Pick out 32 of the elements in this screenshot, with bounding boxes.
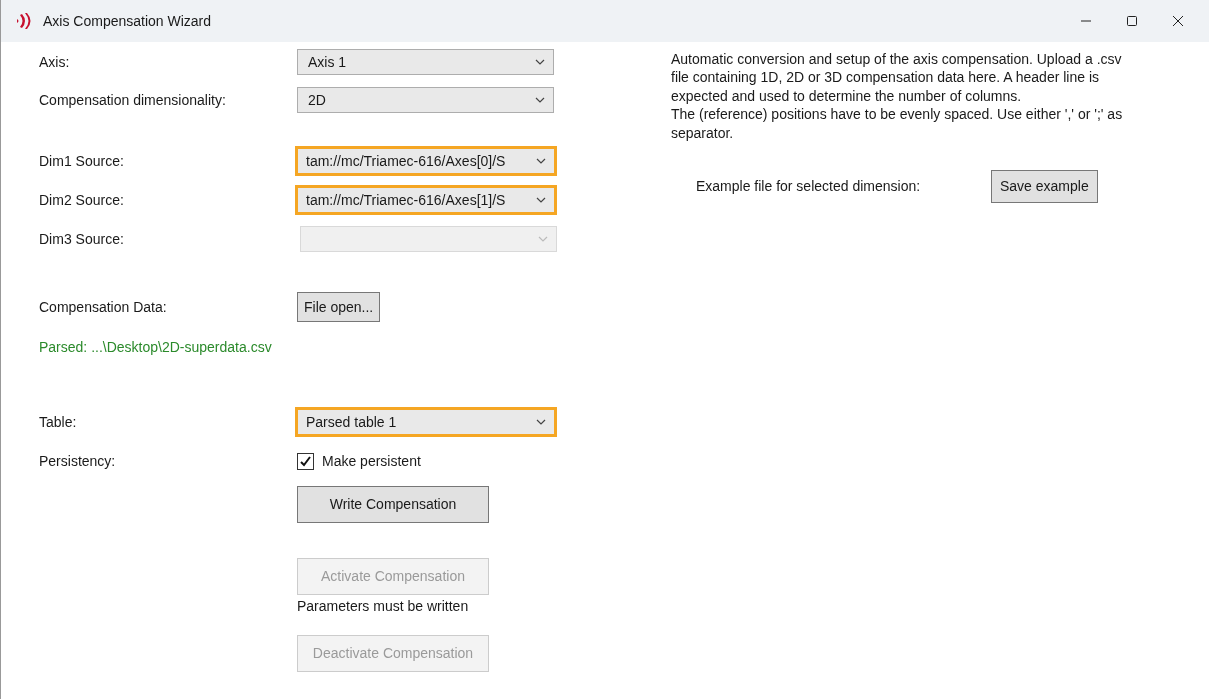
app-logo-icon bbox=[15, 12, 33, 30]
dropdown[interactable]: 2D bbox=[297, 87, 554, 113]
field-label: Compensation Data: bbox=[38, 297, 168, 317]
checkbox[interactable] bbox=[297, 452, 314, 470]
chevron-down-icon bbox=[536, 197, 546, 203]
example-label: Example file for selected dimension: bbox=[696, 177, 922, 197]
field-label: Persistency: bbox=[38, 451, 117, 471]
maximize-icon bbox=[1126, 15, 1138, 27]
chevron-down-icon bbox=[535, 97, 545, 103]
hint-text: Parameters must be written bbox=[297, 596, 469, 616]
save-example-button[interactable]: Save example bbox=[991, 170, 1098, 204]
dropdown[interactable]: Parsed table 1 bbox=[295, 407, 557, 437]
dropdown[interactable]: tam://mc/Triamec-616/Axes[1]/S bbox=[295, 185, 557, 215]
dropdown[interactable]: Axis 1 bbox=[297, 49, 554, 75]
description-text: Automatic conversion and setup of the axis compensation. Upload a .csv file containing 1D, 2D or 3D compensation data here. A header line is expected and used to determine the number of columns. The (reference) positions have to be evenly spaced. Use either ',' or ';' as separator. bbox=[671, 50, 1124, 143]
field-label: Dim3 Source: bbox=[38, 229, 125, 249]
field-label: Table: bbox=[38, 412, 78, 432]
field-label: Compensation dimensionality: bbox=[38, 90, 227, 110]
chevron-down-icon bbox=[535, 59, 545, 65]
field-label: Dim1 Source: bbox=[38, 151, 125, 171]
chevron-down-icon bbox=[536, 419, 546, 425]
close-icon bbox=[1172, 15, 1184, 27]
action-button[interactable]: File open... bbox=[297, 291, 381, 323]
window-title: Axis Compensation Wizard bbox=[43, 11, 212, 31]
status-text: Parsed: ...\Desktop\2D-superdata.csv bbox=[38, 337, 272, 357]
action-button[interactable]: Write Compensation bbox=[297, 485, 489, 523]
checkbox-label: Make persistent bbox=[322, 451, 421, 471]
field-label: Dim2 Source: bbox=[38, 190, 125, 210]
field-label: Axis: bbox=[38, 52, 71, 72]
dropdown[interactable]: tam://mc/Triamec-616/Axes[0]/S bbox=[295, 146, 557, 176]
chevron-down-icon bbox=[538, 236, 548, 242]
chevron-down-icon bbox=[536, 158, 546, 164]
